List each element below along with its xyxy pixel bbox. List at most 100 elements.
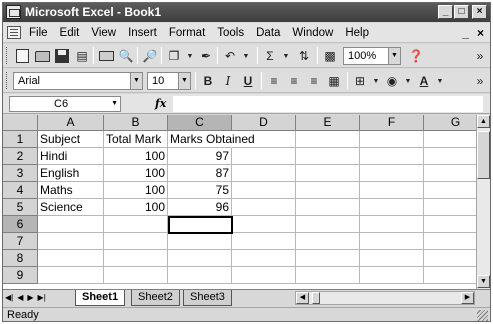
row-header-1[interactable]: 1 <box>3 131 38 148</box>
cell-c1[interactable]: Marks Obtained <box>168 131 255 148</box>
save-icon[interactable] <box>53 47 71 65</box>
menu-help[interactable]: Help <box>345 27 369 39</box>
cell-a3[interactable]: English <box>38 165 104 182</box>
undo-dropdown-icon[interactable]: ▼ <box>237 47 255 65</box>
cell-a8[interactable] <box>38 250 104 267</box>
cell-b3[interactable]: 100 <box>104 165 168 182</box>
cell-d6[interactable] <box>232 216 296 233</box>
print-icon[interactable] <box>97 47 115 65</box>
cell-b6[interactable] <box>104 216 168 233</box>
cell-a1[interactable]: Subject <box>38 131 104 148</box>
research-icon[interactable]: 🔎 <box>141 47 159 65</box>
cell-d4[interactable] <box>232 182 296 199</box>
column-header-e[interactable]: E <box>296 115 360 131</box>
print-preview-icon[interactable]: 🔍 <box>117 47 135 65</box>
row-header-5[interactable]: 5 <box>3 199 38 216</box>
next-sheet-icon[interactable]: ▶ <box>27 292 33 304</box>
row-header-9[interactable]: 9 <box>3 267 38 284</box>
scroll-down-icon[interactable]: ▼ <box>477 275 490 288</box>
new-icon[interactable] <box>13 47 31 65</box>
cell-a6[interactable] <box>38 216 104 233</box>
column-header-a[interactable]: A <box>38 115 104 131</box>
formula-input[interactable] <box>173 96 483 112</box>
cell-e9[interactable] <box>296 267 360 284</box>
cell-d3[interactable] <box>232 165 296 182</box>
menu-window[interactable]: Window <box>292 27 333 39</box>
maximize-button[interactable]: □ <box>454 5 469 19</box>
cell-f9[interactable] <box>360 267 424 284</box>
sort-ascending-icon[interactable]: ⇅ <box>295 47 313 65</box>
row-header-3[interactable]: 3 <box>3 165 38 182</box>
column-header-d[interactable]: D <box>232 115 296 131</box>
cell-b4[interactable]: 100 <box>104 182 168 199</box>
font-size-select[interactable]: 10 ▼ <box>147 72 191 90</box>
cell-c8[interactable] <box>168 250 232 267</box>
cell-f3[interactable] <box>360 165 424 182</box>
align-right-icon[interactable]: ≡ <box>305 72 323 90</box>
row-header-4[interactable]: 4 <box>3 182 38 199</box>
prev-sheet-icon[interactable]: ◀ <box>17 292 23 304</box>
cell-b9[interactable] <box>104 267 168 284</box>
select-all-button[interactable] <box>3 115 38 131</box>
cell-e6[interactable] <box>296 216 360 233</box>
close-button[interactable]: × <box>472 5 487 19</box>
cell-f6[interactable] <box>360 216 424 233</box>
sheet-tab-sheet1[interactable]: Sheet1 <box>75 290 126 306</box>
horizontal-scrollbar[interactable]: ◀ ▶ <box>295 291 475 305</box>
italic-button[interactable]: I <box>219 72 237 90</box>
scroll-right-icon[interactable]: ▶ <box>461 292 474 304</box>
autosum-dropdown-icon[interactable]: ▼ <box>277 47 295 65</box>
column-header-b[interactable]: B <box>104 115 168 131</box>
workbook-minimize-button[interactable]: _ <box>462 26 469 40</box>
open-icon[interactable] <box>33 47 51 65</box>
cell-c5[interactable]: 96 <box>168 199 232 216</box>
name-box[interactable]: C6 ▼ <box>9 96 121 112</box>
align-center-icon[interactable]: ≡ <box>285 72 303 90</box>
scroll-left-icon[interactable]: ◀ <box>296 292 309 304</box>
format-painter-icon[interactable]: ✒ <box>197 47 215 65</box>
cell-d9[interactable] <box>232 267 296 284</box>
minimize-button[interactable]: _ <box>438 5 453 19</box>
bold-button[interactable]: B <box>199 72 217 90</box>
scroll-up-icon[interactable]: ▲ <box>477 115 490 128</box>
permission-icon[interactable]: ▤ <box>73 47 91 65</box>
toolbar-grip[interactable] <box>6 72 9 89</box>
cell-f8[interactable] <box>360 250 424 267</box>
cell-e7[interactable] <box>296 233 360 250</box>
align-left-icon[interactable]: ≡ <box>265 72 283 90</box>
row-header-6[interactable]: 6 <box>3 216 38 233</box>
row-header-2[interactable]: 2 <box>3 148 38 165</box>
menu-tools[interactable]: Tools <box>217 27 244 39</box>
cell-f7[interactable] <box>360 233 424 250</box>
cell-a2[interactable]: Hindi <box>38 148 104 165</box>
cell-e5[interactable] <box>296 199 360 216</box>
toolbar-grip[interactable] <box>6 47 9 64</box>
cell-d1[interactable] <box>232 131 296 148</box>
horizontal-scroll-thumb[interactable] <box>312 292 320 304</box>
cell-f4[interactable] <box>360 182 424 199</box>
resize-grip-icon[interactable] <box>477 310 488 321</box>
menu-insert[interactable]: Insert <box>128 27 157 39</box>
zoom-select[interactable]: 100% ▼ <box>343 47 401 65</box>
cell-b8[interactable] <box>104 250 168 267</box>
row-header-8[interactable]: 8 <box>3 250 38 267</box>
cell-c7[interactable] <box>168 233 232 250</box>
cell-f1[interactable] <box>360 131 424 148</box>
first-sheet-icon[interactable]: ◀| <box>5 292 13 304</box>
cell-b5[interactable]: 100 <box>104 199 168 216</box>
menu-edit[interactable]: Edit <box>60 27 80 39</box>
cell-e8[interactable] <box>296 250 360 267</box>
cell-b1[interactable]: Total Mark <box>104 131 168 148</box>
vertical-scrollbar[interactable]: ▲ ▼ <box>476 115 490 289</box>
cell-c3[interactable]: 87 <box>168 165 232 182</box>
font-color-dropdown-icon[interactable]: ▼ <box>431 72 449 90</box>
cell-b7[interactable] <box>104 233 168 250</box>
menu-data[interactable]: Data <box>256 27 280 39</box>
toolbar-options-icon[interactable]: » <box>471 47 489 65</box>
workbook-icon[interactable] <box>7 26 21 39</box>
cell-d2[interactable] <box>232 148 296 165</box>
active-cell-c6[interactable] <box>168 216 233 234</box>
cell-f2[interactable] <box>360 148 424 165</box>
cell-f5[interactable] <box>360 199 424 216</box>
insert-function-button[interactable]: fx <box>155 97 166 110</box>
